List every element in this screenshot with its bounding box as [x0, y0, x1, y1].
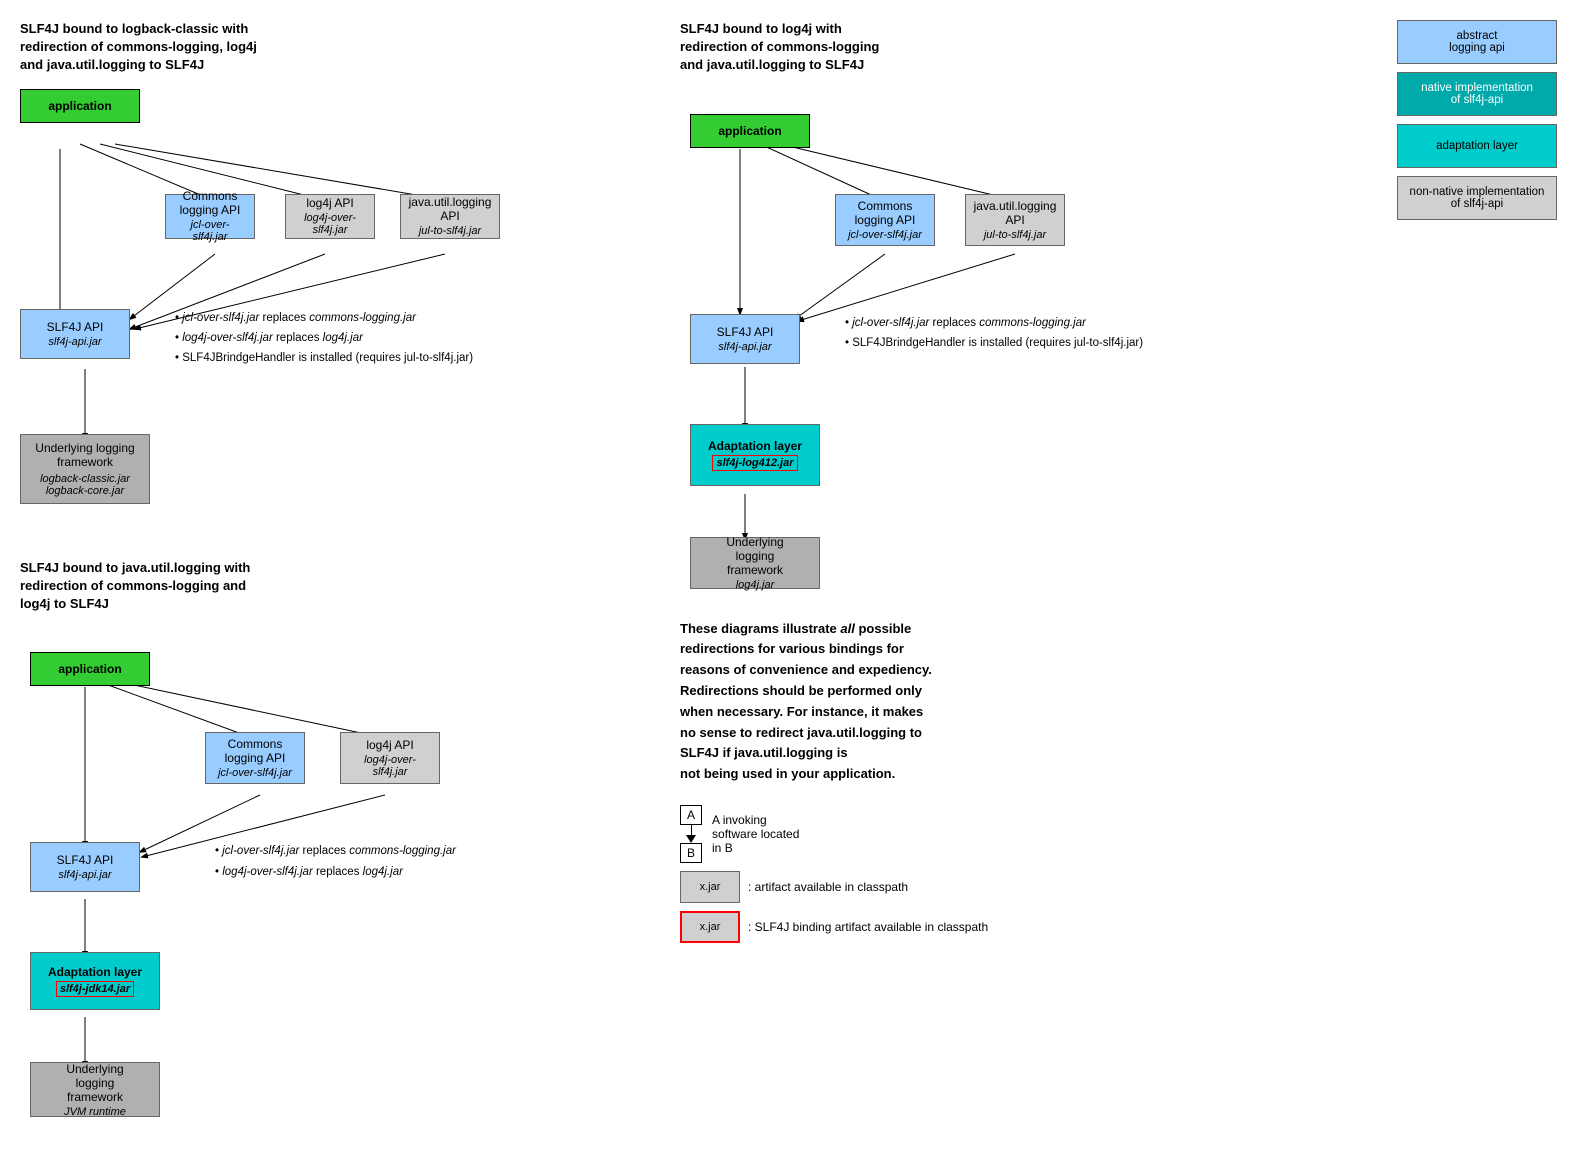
legend-ab-row: A B A invokingsoftware locatedin B — [680, 805, 1180, 863]
right-column: SLF4J bound to log4j with redirection of… — [680, 20, 1567, 1137]
d1-log4j-api-box: log4j API log4j-over-slf4j.jar — [285, 194, 375, 239]
d3-notes: jcl-over-slf4j.jar replaces commons-logg… — [835, 314, 1143, 355]
diagram2-title: SLF4J bound to java.util.logging with re… — [20, 559, 640, 614]
d1-slf4j-api-box: SLF4J API slf4j-api.jar — [20, 309, 130, 359]
d1-commons-api-box: Commonslogging API jcl-over-slf4j.jar — [165, 194, 255, 239]
diagram1-area: application Commonslogging API jcl-over-… — [20, 89, 640, 529]
d2-slf4j-api-box: SLF4J API slf4j-api.jar — [30, 842, 140, 892]
color-legend-column: abstractlogging api native implementatio… — [1397, 20, 1567, 228]
legend-ab-desc: A invokingsoftware locatedin B — [712, 813, 799, 855]
left-column: SLF4J bound to logback-classic with redi… — [20, 20, 640, 1137]
description-text: These diagrams illustrate all possible r… — [680, 619, 1180, 785]
d2-adaptation-box: Adaptation layer slf4j-jdk14.jar — [30, 952, 160, 1010]
legend-xjar-gray-box: x.jar — [680, 871, 740, 903]
d2-log4j-api-box: log4j API log4j-over-slf4j.jar — [340, 732, 440, 784]
diagram1-title: SLF4J bound to logback-classic with redi… — [20, 20, 640, 75]
legend-a-box: A — [680, 805, 702, 825]
description-section: These diagrams illustrate all possible r… — [680, 619, 1180, 943]
legend-b-box: B — [680, 843, 702, 863]
d3-adaptation-box: Adaptation layer slf4j-log412.jar — [690, 424, 820, 486]
d3-jul-api-box: java.util.loggingAPI jul-to-slf4j.jar — [965, 194, 1065, 246]
d3-underlying-box: Underlyingloggingframework log4j.jar — [690, 537, 820, 589]
color-legend-teal: native implementationof slf4j-api — [1397, 72, 1557, 116]
diagram2-area: application Commonslogging API jcl-over-… — [20, 627, 640, 1107]
d2-underlying-box: Underlyingloggingframework JVM runtime — [30, 1062, 160, 1117]
legend-ab-diagram: A B — [680, 805, 702, 863]
d3-slf4j-api-box: SLF4J API slf4j-api.jar — [690, 314, 800, 364]
d1-application-box: application — [20, 89, 140, 123]
legend-xjar-red-row: x.jar : SLF4J binding artifact available… — [680, 911, 1180, 943]
d3-application-box: application — [690, 114, 810, 148]
d2-notes: jcl-over-slf4j.jar replaces commons-logg… — [205, 842, 456, 883]
color-legend-cyan: adaptation layer — [1397, 124, 1557, 168]
d2-commons-api-box: Commonslogging API jcl-over-slf4j.jar — [205, 732, 305, 784]
legend-xjar-red-desc: : SLF4J binding artifact available in cl… — [748, 920, 988, 934]
legend-xjar-gray-desc: : artifact available in classpath — [748, 880, 908, 894]
legend-xjar-red-box: x.jar — [680, 911, 740, 943]
d1-notes: jcl-over-slf4j.jar replaces commons-logg… — [165, 309, 473, 370]
legend-xjar-gray-row: x.jar : artifact available in classpath — [680, 871, 1180, 903]
d3-commons-api-box: Commonslogging API jcl-over-slf4j.jar — [835, 194, 935, 246]
color-legend-blue: abstractlogging api — [1397, 20, 1557, 64]
legend-section: A B A invokingsoftware locatedin B x.jar… — [680, 805, 1180, 943]
d1-jul-api-box: java.util.loggingAPI jul-to-slf4j.jar — [400, 194, 500, 239]
color-legend-gray: non-native implementationof slf4j-api — [1397, 176, 1557, 220]
page-container: SLF4J bound to logback-classic with redi… — [20, 20, 1567, 1137]
d2-application-box: application — [30, 652, 150, 686]
d1-underlying-box: Underlying loggingframework logback-clas… — [20, 434, 150, 504]
